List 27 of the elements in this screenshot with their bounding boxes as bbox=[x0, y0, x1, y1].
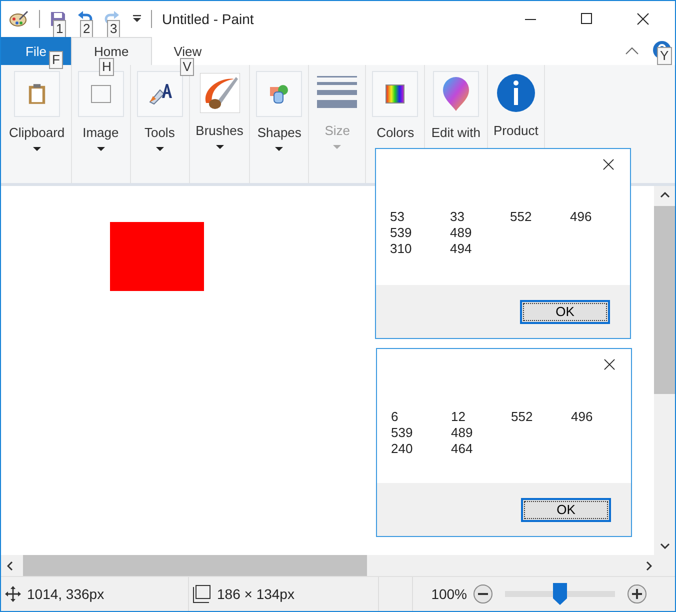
keytip-tooltip: 1 bbox=[53, 20, 66, 38]
message-number: 240 bbox=[391, 441, 414, 457]
keytip-tooltip: Y bbox=[657, 46, 672, 64]
message-number: 539 bbox=[391, 425, 414, 441]
message-number: 496 bbox=[571, 409, 594, 425]
message-number: 496 bbox=[570, 209, 593, 225]
message-number: 539 bbox=[390, 225, 413, 241]
message-number: 489 bbox=[450, 225, 473, 241]
window-title: Untitled - Paint bbox=[162, 11, 254, 27]
keytip-tooltip: 3 bbox=[107, 20, 120, 38]
message-number: 494 bbox=[450, 241, 473, 257]
message-number: 12 bbox=[451, 409, 466, 425]
keytip-tooltip: H bbox=[99, 58, 114, 76]
message-number: 53 bbox=[390, 209, 406, 225]
message-number: 489 bbox=[451, 425, 474, 441]
keytip-tooltip: 2 bbox=[80, 20, 94, 38]
message-number: 464 bbox=[451, 441, 474, 457]
selection-size: 186 × 134px bbox=[217, 586, 294, 602]
message-number: 552 bbox=[511, 409, 534, 425]
zoom-level: 100% bbox=[431, 586, 467, 602]
message-number: 310 bbox=[390, 241, 413, 257]
keytip-tooltip: V bbox=[180, 58, 194, 76]
cursor-position: 1014, 336px bbox=[27, 586, 104, 602]
keytip-tooltip: F bbox=[49, 51, 63, 69]
message-number: 33 bbox=[450, 209, 466, 225]
message-number: 552 bbox=[510, 209, 533, 225]
message-number: 6 bbox=[391, 409, 400, 425]
